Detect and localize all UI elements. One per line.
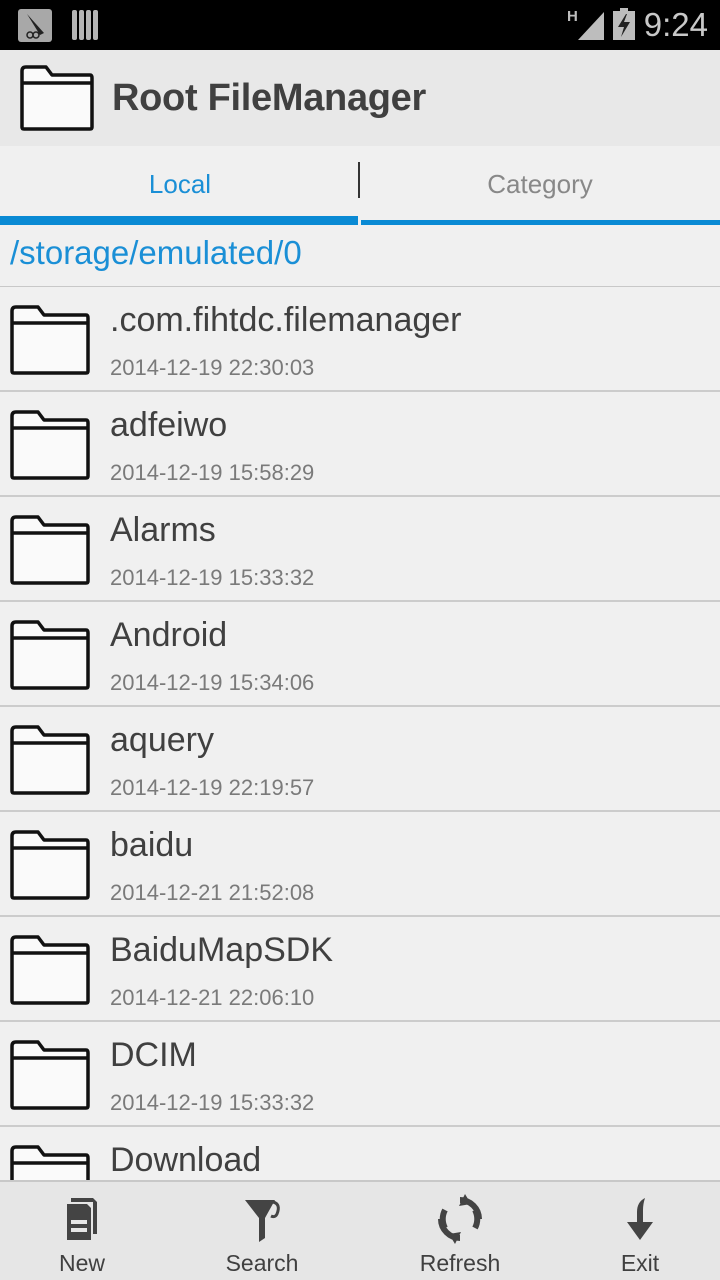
file-row[interactable]: Alarms 2014-12-19 15:33:32 bbox=[0, 497, 720, 602]
file-name: Download bbox=[110, 1141, 262, 1179]
file-row[interactable]: Download bbox=[0, 1127, 720, 1180]
file-name: Alarms bbox=[110, 511, 216, 549]
file-row[interactable]: baidu 2014-12-21 21:52:08 bbox=[0, 812, 720, 917]
current-path[interactable]: /storage/emulated/0 bbox=[0, 226, 720, 286]
file-date: 2014-12-19 15:33:32 bbox=[110, 565, 315, 590]
folder-icon bbox=[10, 620, 90, 690]
folder-icon bbox=[10, 1145, 90, 1180]
file-date: 2014-12-21 22:06:10 bbox=[110, 985, 315, 1010]
folder-icon bbox=[10, 935, 90, 1005]
exit-label: Exit bbox=[620, 1250, 660, 1276]
new-file-icon bbox=[67, 1198, 97, 1240]
bottom-toolbar: New Search Refresh Exit bbox=[0, 1180, 720, 1280]
tab-indicator-active bbox=[0, 216, 358, 225]
folder-icon bbox=[10, 830, 90, 900]
file-date: 2014-12-19 15:34:06 bbox=[110, 670, 315, 695]
file-row[interactable]: .com.fihtdc.filemanager 2014-12-19 22:30:… bbox=[0, 287, 720, 392]
file-row[interactable]: Android 2014-12-19 15:34:06 bbox=[0, 602, 720, 707]
app-notification-icon bbox=[18, 9, 52, 42]
new-label: New bbox=[58, 1250, 105, 1276]
exit-button[interactable]: Exit bbox=[580, 1182, 700, 1280]
app-title: Root FileManager bbox=[112, 77, 427, 119]
file-date: 2014-12-19 22:30:03 bbox=[110, 355, 315, 380]
action-bar: Root FileManager bbox=[0, 50, 720, 146]
file-name: baidu bbox=[110, 826, 194, 864]
search-button[interactable]: Search bbox=[202, 1182, 322, 1280]
network-type: H bbox=[567, 8, 578, 25]
file-date: 2014-12-21 21:52:08 bbox=[110, 880, 315, 905]
battery-charging-icon bbox=[613, 8, 635, 40]
folder-icon bbox=[10, 515, 90, 585]
search-label: Search bbox=[225, 1250, 299, 1276]
folder-icon bbox=[10, 1040, 90, 1110]
refresh-button[interactable]: Refresh bbox=[400, 1182, 520, 1280]
file-date: 2014-12-19 22:19:57 bbox=[110, 775, 315, 800]
file-row[interactable]: DCIM 2014-12-19 15:33:32 bbox=[0, 1022, 720, 1127]
tab-indicator-line bbox=[361, 220, 720, 225]
file-row[interactable]: adfeiwo 2014-12-19 15:58:29 bbox=[0, 392, 720, 497]
file-date: 2014-12-19 15:58:29 bbox=[110, 460, 315, 485]
app-folder-icon bbox=[20, 65, 94, 131]
status-bar: H 9:24 bbox=[0, 0, 720, 50]
funnel-search-icon bbox=[245, 1200, 280, 1242]
refresh-icon bbox=[438, 1194, 482, 1244]
file-name: .com.fihtdc.filemanager bbox=[110, 301, 462, 339]
folder-icon bbox=[10, 305, 90, 375]
file-list[interactable]: .com.fihtdc.filemanager 2014-12-19 22:30:… bbox=[0, 286, 720, 1180]
clock: 9:24 bbox=[643, 6, 708, 43]
tab-local[interactable]: Local bbox=[0, 146, 360, 226]
file-row[interactable]: aquery 2014-12-19 22:19:57 bbox=[0, 707, 720, 812]
file-name: adfeiwo bbox=[110, 406, 228, 444]
folder-icon bbox=[10, 725, 90, 795]
tab-category[interactable]: Category bbox=[360, 146, 720, 226]
folder-icon bbox=[10, 410, 90, 480]
signal-icon bbox=[578, 12, 604, 40]
new-button[interactable]: New bbox=[22, 1182, 142, 1280]
file-name: Android bbox=[110, 616, 228, 654]
file-name: DCIM bbox=[110, 1036, 197, 1074]
sim-card-icon bbox=[72, 10, 98, 40]
tab-bar: Local Category bbox=[0, 146, 720, 226]
file-name: BaiduMapSDK bbox=[110, 931, 334, 969]
refresh-label: Refresh bbox=[419, 1250, 501, 1276]
file-row[interactable]: BaiduMapSDK 2014-12-21 22:06:10 bbox=[0, 917, 720, 1022]
exit-arrow-icon bbox=[627, 1198, 653, 1240]
file-date: 2014-12-19 15:33:32 bbox=[110, 1090, 315, 1115]
file-name: aquery bbox=[110, 721, 214, 759]
